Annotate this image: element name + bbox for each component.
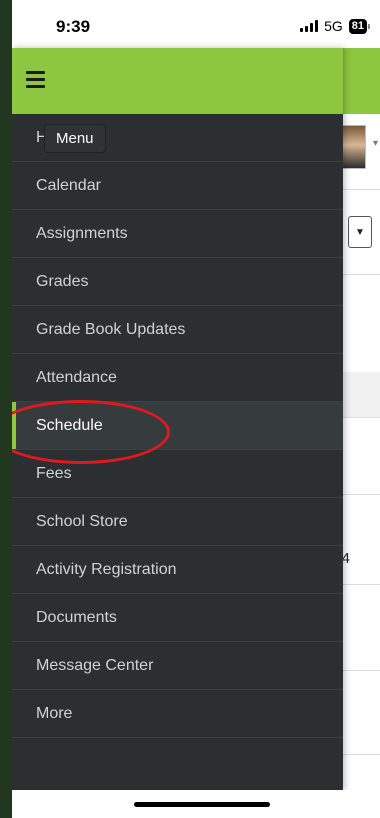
phone-screen: 9:39 5G 81 ▾ ▼ 4 Calendar Assignments Gr…: [12, 0, 380, 818]
menu-item-calendar[interactable]: Calendar: [12, 162, 343, 210]
network-label: 5G: [324, 18, 343, 34]
menu-item-assignments[interactable]: Assignments: [12, 210, 343, 258]
background-select[interactable]: ▼: [348, 216, 372, 248]
menu-item-attendance[interactable]: Attendance: [12, 354, 343, 402]
menu-item-more[interactable]: More: [12, 690, 343, 738]
menu-item-grades[interactable]: Grades: [12, 258, 343, 306]
home-indicator-area: [12, 790, 380, 818]
chevron-down-icon[interactable]: ▾: [373, 138, 378, 149]
drawer-header: [12, 48, 344, 114]
menu-item-schedule[interactable]: Schedule: [12, 402, 343, 450]
battery-level: 81: [348, 18, 367, 34]
menu-list: Home Calendar Assignments Grades Grade B…: [12, 114, 343, 738]
status-bar: 9:39 5G 81: [12, 0, 380, 48]
menu-tooltip: Menu: [44, 124, 106, 153]
hamburger-menu-icon[interactable]: [18, 60, 54, 100]
status-indicators: 5G 81: [300, 18, 370, 34]
signal-icon: [300, 20, 319, 32]
menu-item-documents[interactable]: Documents: [12, 594, 343, 642]
menu-item-message-center[interactable]: Message Center: [12, 642, 343, 690]
battery-icon: 81: [348, 18, 370, 34]
menu-item-fees[interactable]: Fees: [12, 450, 343, 498]
avatar[interactable]: [340, 125, 366, 169]
menu-item-activity-registration[interactable]: Activity Registration: [12, 546, 343, 594]
navigation-drawer: Home Calendar Assignments Grades Grade B…: [12, 48, 344, 790]
home-indicator[interactable]: [134, 802, 270, 807]
status-time: 9:39: [56, 17, 91, 36]
menu-item-school-store[interactable]: School Store: [12, 498, 343, 546]
menu-item-grade-book-updates[interactable]: Grade Book Updates: [12, 306, 343, 354]
